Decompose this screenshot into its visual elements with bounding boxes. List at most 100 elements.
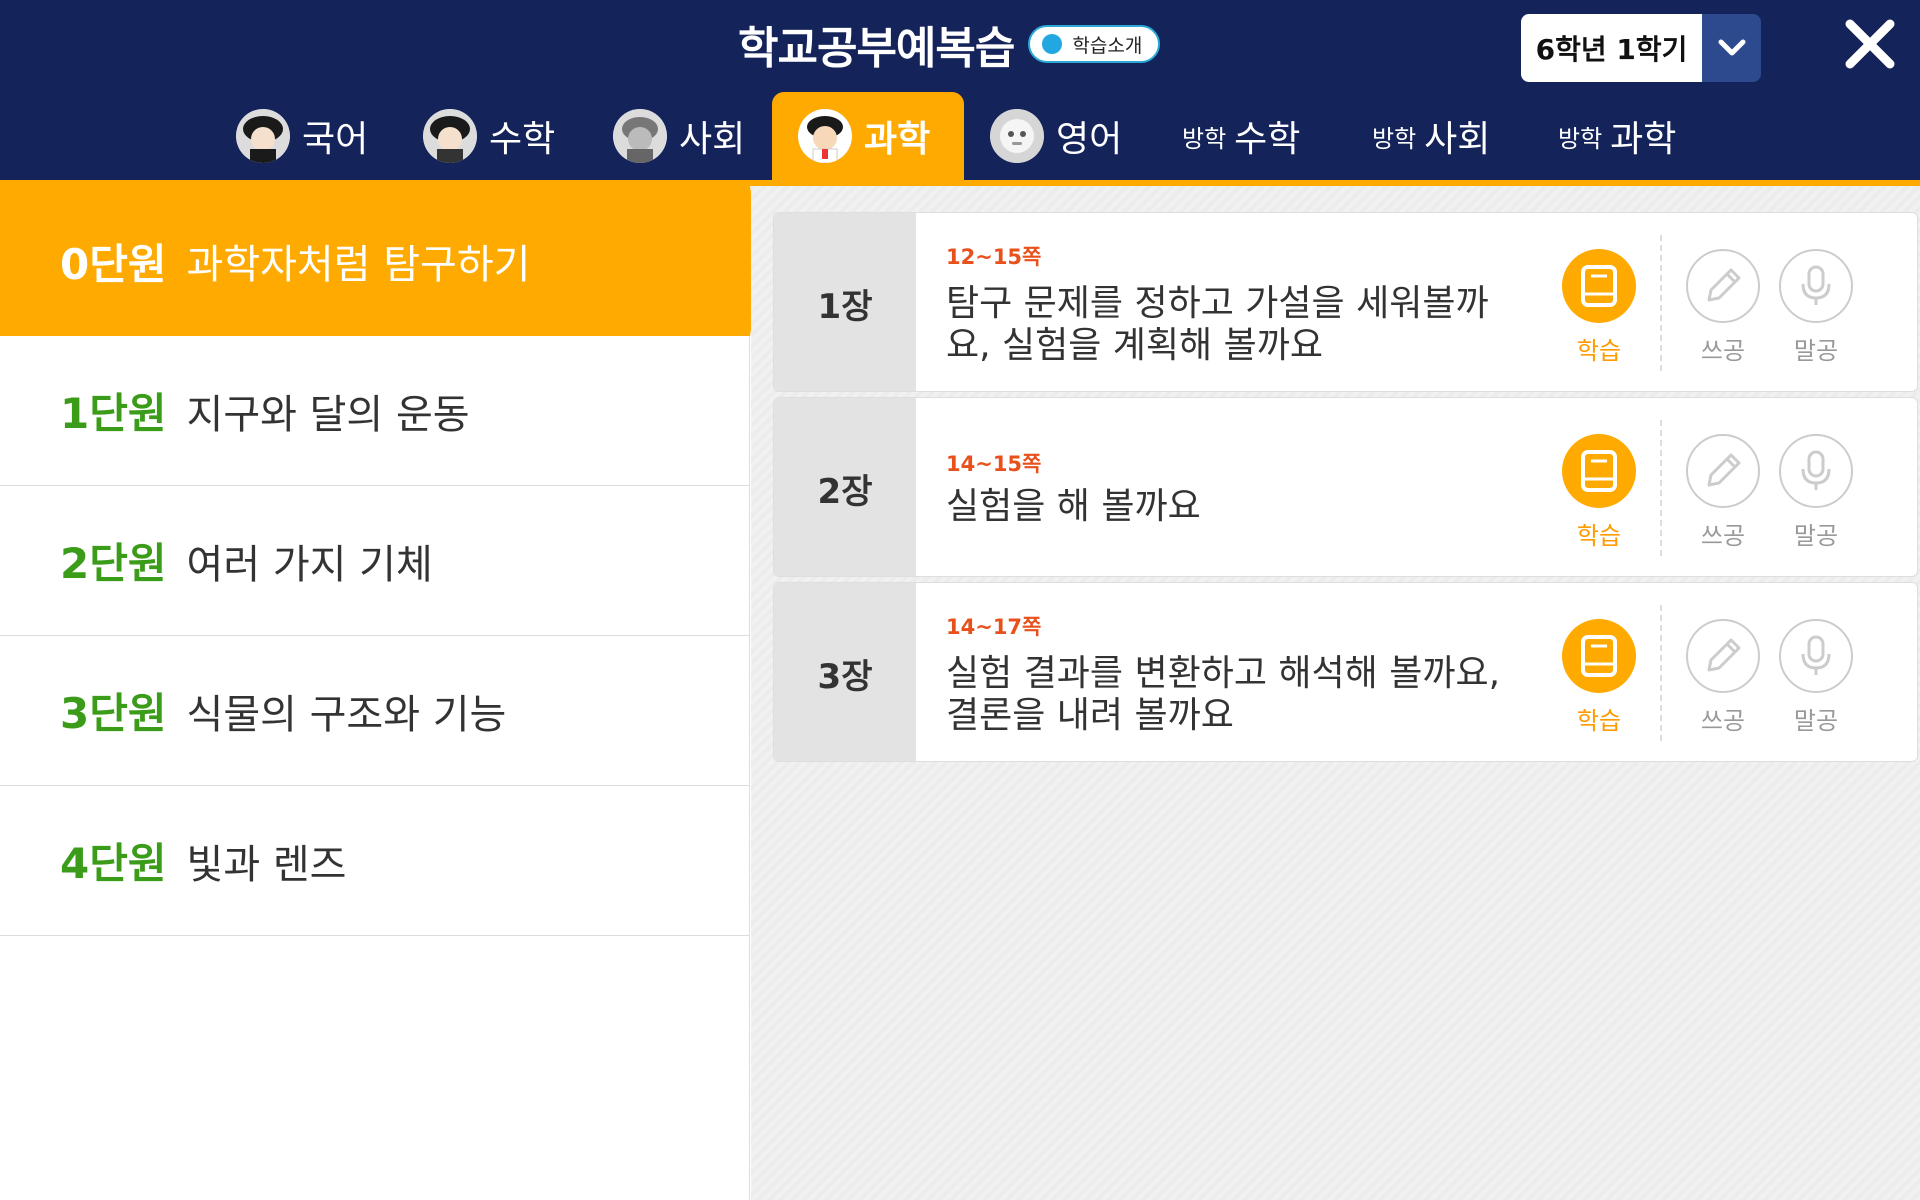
unit-item-3[interactable]: 3단원 식물의 구조와 기능 (0, 636, 750, 786)
tab-math[interactable]: 수학 (423, 92, 555, 180)
lesson-title-line: 실험 결과를 변환하고 해석해 볼까요, (946, 653, 1501, 694)
pencil-icon (1686, 619, 1760, 693)
microphone-icon (1779, 619, 1853, 693)
app-header: 학교공부예복습 학습소개 6학년 1학기 국어 수학 사회 과학 영어 방학 수… (0, 0, 1920, 180)
lesson-title: 실험 결과를 변환하고 해석해 볼까요, 결론을 내려 볼까요 (946, 653, 1526, 737)
lesson-title: 탐구 문제를 정하고 가설을 세워볼까 요, 실험을 계획해 볼까요 (946, 283, 1526, 367)
character-avatar-icon (236, 109, 290, 163)
tab-label: 수학 (1234, 119, 1301, 160)
robot-avatar-icon (990, 109, 1044, 163)
write-button[interactable]: 쓰공 (1685, 249, 1761, 366)
pencil-icon (1686, 249, 1760, 323)
lesson-title: 실험을 해 볼까요 (946, 486, 1526, 528)
tab-label: 사회 (1424, 119, 1491, 160)
lesson-title-line: 탐구 문제를 정하고 가설을 세워볼까 (946, 283, 1489, 324)
character-avatar-icon (798, 109, 852, 163)
close-icon (1845, 19, 1895, 69)
unit-number: 0단원 (60, 239, 167, 289)
character-avatar-icon (423, 109, 477, 163)
app-title: 학교공부예복습 (738, 23, 1015, 74)
speak-label: 말공 (1793, 522, 1839, 550)
close-button[interactable] (1840, 14, 1900, 74)
write-label: 쓰공 (1700, 707, 1746, 735)
tab-prefix: 방학 (1182, 124, 1227, 153)
tab-social[interactable]: 사회 (613, 92, 745, 180)
lesson-list: 1장 12~15쪽 탐구 문제를 정하고 가설을 세워볼까 요, 실험을 계획해… (751, 186, 1920, 1200)
write-button[interactable]: 쓰공 (1685, 434, 1761, 551)
tab-label: 사회 (679, 119, 746, 160)
tab-vacation-science[interactable]: 방학 과학 (1558, 92, 1676, 180)
lesson-card-3: 3장 14~17쪽 실험 결과를 변환하고 해석해 볼까요, 결론을 내려 볼까… (773, 582, 1918, 762)
book-icon (1562, 434, 1636, 508)
lesson-title-line: 요, 실험을 계획해 볼까요 (946, 325, 1323, 366)
microphone-icon (1779, 249, 1853, 323)
tab-label: 국어 (302, 119, 369, 160)
lesson-number: 1장 (774, 213, 916, 391)
info-dot-icon (1042, 34, 1063, 54)
unit-title: 지구와 달의 운동 (186, 391, 470, 438)
study-button[interactable]: 학습 (1561, 434, 1637, 551)
tab-science[interactable]: 과학 (772, 92, 965, 180)
write-label: 쓰공 (1700, 337, 1746, 365)
lesson-number: 2장 (774, 398, 916, 576)
unit-number: 4단원 (60, 839, 167, 888)
unit-title: 빛과 렌즈 (186, 841, 347, 888)
lesson-number: 3장 (774, 583, 916, 761)
unit-title: 과학자처럼 탐구하기 (186, 242, 531, 288)
tab-prefix: 방학 (1372, 124, 1417, 153)
unit-list: 0단원 과학자처럼 탐구하기 1단원 지구와 달의 운동 2단원 여러 가지 기… (0, 186, 750, 1200)
action-divider (1660, 605, 1662, 741)
unit-item-0[interactable]: 0단원 과학자처럼 탐구하기 (0, 186, 750, 336)
study-label: 학습 (1576, 522, 1622, 550)
unit-number: 1단원 (60, 389, 167, 438)
tab-korean[interactable]: 국어 (236, 92, 368, 180)
tab-label: 영어 (1056, 119, 1123, 160)
pencil-icon (1686, 434, 1760, 508)
intro-button[interactable]: 학습소개 (1028, 25, 1161, 63)
speak-label: 말공 (1793, 337, 1839, 365)
write-label: 쓰공 (1700, 522, 1746, 550)
unit-number: 2단원 (60, 539, 167, 588)
lesson-pages: 14~15쪽 (946, 452, 1042, 476)
book-icon (1562, 249, 1636, 323)
tab-label: 수학 (489, 119, 556, 160)
lesson-title-line: 실험을 해 볼까요 (946, 486, 1201, 527)
title-area: 학교공부예복습 학습소개 (738, 14, 1161, 74)
unit-item-2[interactable]: 2단원 여러 가지 기체 (0, 486, 750, 636)
unit-number: 3단원 (60, 689, 167, 738)
speak-button[interactable]: 말공 (1778, 619, 1854, 736)
study-label: 학습 (1576, 707, 1622, 735)
character-avatar-icon (613, 109, 667, 163)
tab-vacation-math[interactable]: 방학 수학 (1182, 92, 1300, 180)
grade-semester-select[interactable]: 6학년 1학기 (1521, 14, 1761, 82)
grade-select-value: 6학년 1학기 (1521, 14, 1702, 82)
tab-label: 과학 (864, 119, 931, 160)
tab-prefix: 방학 (1558, 124, 1603, 153)
lesson-title-line: 결론을 내려 볼까요 (946, 695, 1234, 736)
study-button[interactable]: 학습 (1561, 619, 1637, 736)
unit-item-1[interactable]: 1단원 지구와 달의 운동 (0, 336, 750, 486)
chevron-down-icon[interactable] (1702, 14, 1761, 82)
lesson-card-2: 2장 14~15쪽 실험을 해 볼까요 학습 쓰공 말공 (773, 397, 1918, 577)
tab-english[interactable]: 영어 (990, 92, 1122, 180)
unit-title: 식물의 구조와 기능 (186, 691, 507, 738)
unit-title: 여러 가지 기체 (186, 541, 433, 588)
action-divider (1660, 420, 1662, 556)
speak-label: 말공 (1793, 707, 1839, 735)
study-label: 학습 (1576, 337, 1622, 365)
speak-button[interactable]: 말공 (1778, 249, 1854, 366)
tab-label: 과학 (1610, 119, 1677, 160)
write-button[interactable]: 쓰공 (1685, 619, 1761, 736)
lesson-card-1: 1장 12~15쪽 탐구 문제를 정하고 가설을 세워볼까 요, 실험을 계획해… (773, 212, 1918, 392)
lesson-pages: 12~15쪽 (946, 245, 1042, 269)
action-divider (1660, 235, 1662, 371)
speak-button[interactable]: 말공 (1778, 434, 1854, 551)
intro-label: 학습소개 (1072, 34, 1143, 57)
subject-tabs: 국어 수학 사회 과학 영어 방학 수학 방학 사회 방학 과학 (0, 92, 1920, 180)
lesson-pages: 14~17쪽 (946, 615, 1042, 639)
microphone-icon (1779, 434, 1853, 508)
book-icon (1562, 619, 1636, 693)
tab-vacation-social[interactable]: 방학 사회 (1372, 92, 1490, 180)
study-button[interactable]: 학습 (1561, 249, 1637, 366)
unit-item-4[interactable]: 4단원 빛과 렌즈 (0, 786, 750, 936)
